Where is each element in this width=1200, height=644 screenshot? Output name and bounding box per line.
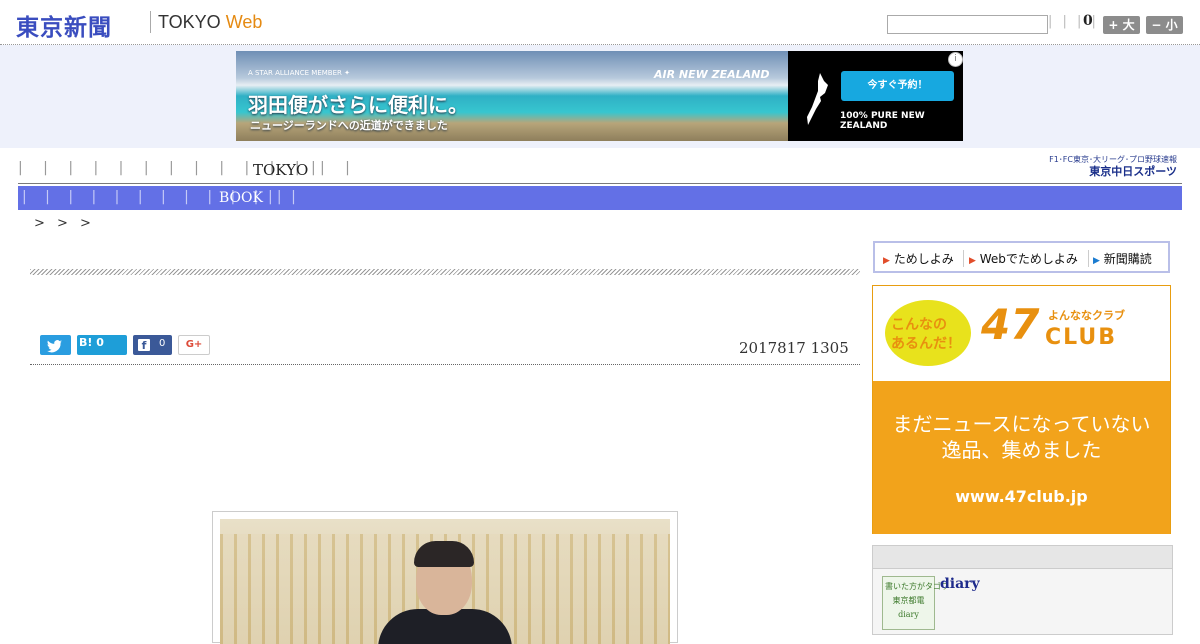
ad-subline: ニュージーランドへの近道ができました	[250, 119, 448, 132]
diary-thumbnail[interactable]: 書いた方がタゴワ 東京都電 diary	[882, 576, 949, 630]
ad-alliance-text: A STAR ALLIANCE MEMBER ✦	[248, 69, 350, 77]
ad-headline: 羽田便がさらに便利に。	[248, 93, 468, 117]
diary-thumbnail-text: 書いた方がタゴワ 東京都電 diary	[885, 582, 949, 619]
sidebar-tabs: ▶ ためしよみ ▶ Webでためしよみ ▶ 新聞購読	[873, 241, 1170, 273]
search-input[interactable]	[887, 15, 1048, 34]
tab-web-tameshiyomi-label: Webでためしよみ	[979, 252, 1078, 266]
tab-tameshiyomi-label: ためしよみ	[893, 252, 954, 266]
sports-line2: 東京中日スポーツ	[1089, 165, 1177, 178]
article-divider	[30, 364, 860, 366]
article-photo[interactable]	[220, 519, 670, 644]
tokyo-web-logo[interactable]: TOKYO Web	[158, 12, 262, 33]
font-size-small-button[interactable]: − 小	[1146, 16, 1183, 34]
facebook-share-button[interactable]: f 0	[133, 335, 172, 355]
article-date: 2017817 1305	[739, 339, 849, 357]
primary-nav-divider: |	[311, 160, 316, 176]
tab-subscribe[interactable]: ▶ 新聞購読	[1093, 250, 1152, 267]
47club-club: CLUB	[1045, 325, 1118, 350]
air-new-zealand-ad[interactable]: A STAR ALLIANCE MEMBER ✦ AIR NEW ZEALAND…	[236, 51, 963, 141]
tab-web-tameshiyomi[interactable]: ▶ Webでためしよみ	[969, 250, 1078, 267]
google-plus-button[interactable]: G+	[178, 335, 210, 355]
primary-nav-rule	[18, 183, 1182, 184]
new-zealand-map-icon	[807, 73, 828, 125]
tab-tameshiyomi[interactable]: ▶ ためしよみ	[883, 250, 954, 267]
ad-photo: A STAR ALLIANCE MEMBER ✦ AIR NEW ZEALAND…	[236, 51, 788, 141]
tab-subscribe-label: 新聞購読	[1103, 252, 1152, 266]
47club-url: www.47club.jp	[955, 487, 1088, 506]
diary-box-header	[873, 546, 1172, 569]
hatena-bookmark-button[interactable]: B! 0	[77, 335, 127, 355]
ad-book-now-button[interactable]: 今すぐ予約！	[841, 71, 954, 101]
diary-box: 書いた方がタゴワ 東京都電 diary diary	[872, 545, 1173, 635]
logo-web-b: Web	[225, 12, 263, 32]
font-size-large-button[interactable]: + 大	[1103, 16, 1140, 34]
photo-person-hair	[414, 541, 474, 567]
ad-panel: 今すぐ予約！ 100% PURE NEW ZEALAND	[788, 51, 963, 141]
twitter-share-button[interactable]	[40, 335, 71, 355]
facebook-icon: f	[138, 339, 150, 352]
ad-airline-text: AIR NEW ZEALAND	[654, 68, 770, 81]
47club-ad-bottom: まだニュースになっていない 逸品、集めました www.47club.jp	[873, 381, 1170, 534]
primary-nav-item-tokyo[interactable]: TOKYO	[253, 161, 308, 179]
arrow-right-icon: ▶	[883, 256, 890, 266]
breadcrumb[interactable]: > > >	[34, 216, 95, 231]
47club-number: 47	[981, 300, 1040, 349]
article-title-rule	[30, 269, 860, 275]
47club-ad[interactable]: こんなの あるんだ！ 47 よんななクラブ CLUB まだニュースになっていない…	[872, 285, 1171, 534]
site-header: 東京新聞 TOKYO Web | | | | 0 + 大 − 小	[0, 0, 1200, 45]
47club-ad-top: こんなの あるんだ！ 47 よんななクラブ CLUB	[873, 286, 1170, 381]
facebook-count: 0	[159, 338, 166, 349]
header-count: 0	[1083, 13, 1093, 29]
diary-link[interactable]: diary	[940, 576, 980, 592]
tokyo-chunichi-sports-link[interactable]: F1･FC東京･大リーグ･プロ野球速報 東京中日スポーツ	[1027, 154, 1177, 179]
secondary-nav-item-book[interactable]: BOOK	[219, 190, 263, 206]
ad-tagline: 100% PURE NEW ZEALAND	[840, 111, 925, 131]
arrow-right-icon: ▶	[1093, 256, 1100, 266]
twitter-icon	[47, 340, 62, 353]
logo-separator	[150, 11, 151, 33]
secondary-nav-links-tail[interactable]: | |	[268, 189, 303, 205]
site-logo[interactable]: 東京新聞	[16, 8, 112, 42]
arrow-right-icon: ▶	[969, 256, 976, 266]
article-photo-frame	[212, 511, 678, 644]
tab-separator	[963, 250, 964, 267]
ad-info-icon[interactable]: i	[948, 52, 963, 67]
logo-web-a: TOKYO	[158, 12, 226, 32]
secondary-nav: | | | | | | | | | | | | BOOK | |	[18, 186, 1182, 210]
47club-catch: こんなの あるんだ！	[891, 317, 961, 352]
tab-separator	[1088, 250, 1089, 267]
47club-message: まだニュースになっていない 逸品、集めました	[892, 412, 1151, 462]
47club-kana: よんななクラブ	[1048, 309, 1125, 322]
